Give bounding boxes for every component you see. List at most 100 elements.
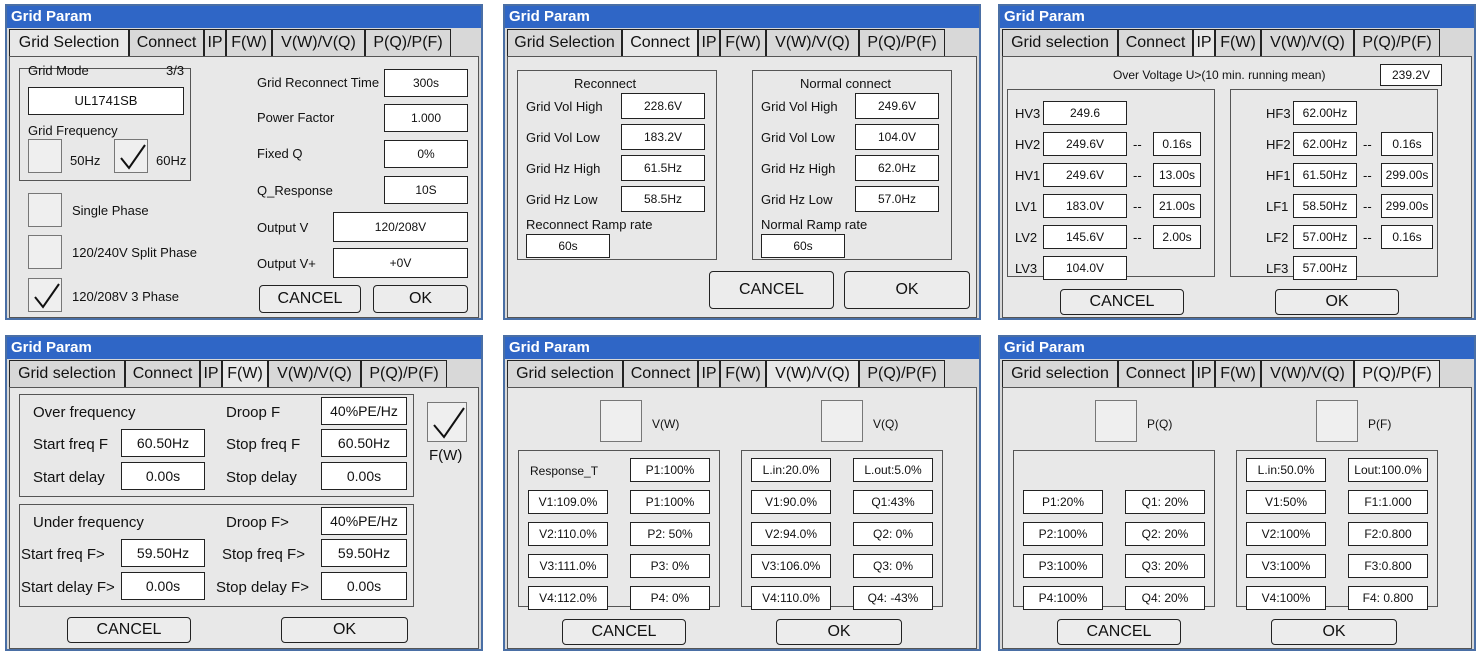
cancel-button[interactable]: CANCEL [259, 285, 361, 313]
tab-pq-pf[interactable]: P(Q)/P(F) [361, 360, 447, 388]
tab-ip[interactable]: IP [204, 29, 226, 57]
tab-connect[interactable]: Connect [1118, 29, 1193, 57]
tab-fw[interactable]: F(W) [720, 360, 766, 388]
cancel-button[interactable]: CANCEL [67, 617, 191, 643]
stop-freq-field[interactable]: 60.50Hz [321, 429, 407, 457]
pq-q-field-0[interactable]: Q1: 20% [1125, 490, 1205, 514]
v-time-field-1[interactable]: 0.16s [1153, 132, 1201, 156]
tab-fw[interactable]: F(W) [1215, 29, 1261, 57]
ok-button[interactable]: OK [373, 285, 468, 313]
checkbox-pq[interactable] [1095, 400, 1137, 442]
rec-hz-low-field[interactable]: 58.5Hz [621, 186, 705, 212]
droop-f-field[interactable]: 40%PE/Hz [321, 397, 407, 425]
droop-f-under-field[interactable]: 40%PE/Hz [321, 507, 407, 535]
output-v-plus-field[interactable]: +0V [333, 248, 468, 278]
vw-p-field-2[interactable]: P2: 50% [630, 522, 710, 546]
tab-pq-pf[interactable]: P(Q)/P(F) [1354, 360, 1440, 388]
output-v-field[interactable]: 120/208V [333, 212, 468, 242]
vq-right-field-3[interactable]: Q3: 0% [853, 554, 933, 578]
tab-vw-vq[interactable]: V(W)/V(Q) [272, 29, 365, 57]
tab-ip[interactable]: IP [1193, 360, 1215, 388]
v-value-field-2[interactable]: 249.6V [1043, 163, 1127, 187]
tab-vw-vq[interactable]: V(W)/V(Q) [1261, 360, 1354, 388]
f-value-field-5[interactable]: 57.00Hz [1293, 256, 1357, 280]
tab-grid-selection[interactable]: Grid selection [1002, 29, 1118, 57]
pf-right-field-1[interactable]: F1:1.000 [1348, 490, 1428, 514]
tab-grid-selection[interactable]: Grid selection [9, 360, 125, 388]
norm-hz-low-field[interactable]: 57.0Hz [855, 186, 939, 212]
v-time-field-2[interactable]: 13.00s [1153, 163, 1201, 187]
tab-grid-selection[interactable]: Grid Selection [9, 29, 129, 57]
cancel-button[interactable]: CANCEL [562, 619, 686, 645]
f-value-field-1[interactable]: 62.00Hz [1293, 132, 1357, 156]
vw-p-field-4[interactable]: P4: 0% [630, 586, 710, 610]
checkbox-fw[interactable] [427, 402, 467, 442]
pf-left-field-2[interactable]: V2:100% [1246, 522, 1326, 546]
f-value-field-2[interactable]: 61.50Hz [1293, 163, 1357, 187]
vw-v-field-3[interactable]: V3:111.0% [528, 554, 608, 578]
tab-connect[interactable]: Connect [129, 29, 204, 57]
tab-ip[interactable]: IP [1193, 29, 1215, 57]
tab-grid-selection[interactable]: Grid selection [1002, 360, 1118, 388]
start-freq-under-field[interactable]: 59.50Hz [121, 539, 205, 567]
checkbox-3-phase[interactable] [28, 278, 62, 312]
ok-button[interactable]: OK [1271, 619, 1397, 645]
q-response-field[interactable]: 10S [384, 176, 468, 204]
norm-ramp-field[interactable]: 60s [761, 234, 845, 258]
checkbox-50hz[interactable] [28, 139, 62, 173]
tab-connect[interactable]: Connect [125, 360, 200, 388]
tab-fw[interactable]: F(W) [1215, 360, 1261, 388]
vw-v-field-4[interactable]: V4:112.0% [528, 586, 608, 610]
pq-p-field-3[interactable]: P4:100% [1023, 586, 1103, 610]
pq-q-field-2[interactable]: Q3: 20% [1125, 554, 1205, 578]
f-value-field-0[interactable]: 62.00Hz [1293, 101, 1357, 125]
vq-right-field-2[interactable]: Q2: 0% [853, 522, 933, 546]
ok-button[interactable]: OK [844, 271, 970, 309]
rec-ramp-field[interactable]: 60s [526, 234, 610, 258]
rec-hz-high-field[interactable]: 61.5Hz [621, 155, 705, 181]
f-time-field-2[interactable]: 299.00s [1381, 163, 1433, 187]
vq-right-field-0[interactable]: L.out:5.0% [853, 458, 933, 482]
vq-left-field-4[interactable]: V4:110.0% [751, 586, 831, 610]
vw-v-field-2[interactable]: V2:110.0% [528, 522, 608, 546]
vw-p-field-3[interactable]: P3: 0% [630, 554, 710, 578]
pf-right-field-2[interactable]: F2:0.800 [1348, 522, 1428, 546]
pf-right-field-3[interactable]: F3:0.800 [1348, 554, 1428, 578]
tab-ip[interactable]: IP [200, 360, 222, 388]
v-value-field-5[interactable]: 104.0V [1043, 256, 1127, 280]
vq-right-field-1[interactable]: Q1:43% [853, 490, 933, 514]
norm-vol-low-field[interactable]: 104.0V [855, 124, 939, 150]
rec-vol-low-field[interactable]: 183.2V [621, 124, 705, 150]
tab-ip[interactable]: IP [698, 29, 720, 57]
checkbox-vq[interactable] [821, 400, 863, 442]
ok-button[interactable]: OK [1275, 289, 1399, 315]
stop-delay-field[interactable]: 0.00s [321, 462, 407, 490]
tab-connect[interactable]: Connect [622, 29, 698, 57]
tab-pq-pf[interactable]: P(Q)/P(F) [859, 360, 945, 388]
stop-delay-under-field[interactable]: 0.00s [321, 572, 407, 600]
grid-mode-field[interactable]: UL1741SB [28, 87, 184, 115]
tab-fw[interactable]: F(W) [222, 360, 268, 388]
vw-p-field-0[interactable]: P1:100% [630, 458, 710, 482]
tab-pq-pf[interactable]: P(Q)/P(F) [1354, 29, 1440, 57]
norm-vol-high-field[interactable]: 249.6V [855, 93, 939, 119]
start-freq-field[interactable]: 60.50Hz [121, 429, 205, 457]
pq-p-field-0[interactable]: P1:20% [1023, 490, 1103, 514]
f-value-field-3[interactable]: 58.50Hz [1293, 194, 1357, 218]
tab-fw[interactable]: F(W) [720, 29, 766, 57]
v-value-field-1[interactable]: 249.6V [1043, 132, 1127, 156]
tab-grid-selection[interactable]: Grid Selection [507, 29, 622, 57]
vq-left-field-1[interactable]: V1:90.0% [751, 490, 831, 514]
tab-vw-vq[interactable]: V(W)/V(Q) [766, 360, 859, 388]
norm-hz-high-field[interactable]: 62.0Hz [855, 155, 939, 181]
tab-vw-vq[interactable]: V(W)/V(Q) [1261, 29, 1354, 57]
fixed-q-field[interactable]: 0% [384, 140, 468, 168]
cancel-button[interactable]: CANCEL [1060, 289, 1184, 315]
tab-pq-pf[interactable]: P(Q)/P(F) [859, 29, 945, 57]
checkbox-single-phase[interactable] [28, 193, 62, 227]
tab-fw[interactable]: F(W) [226, 29, 272, 57]
over-voltage-field[interactable]: 239.2V [1380, 64, 1442, 86]
checkbox-pf[interactable] [1316, 400, 1358, 442]
rec-vol-high-field[interactable]: 228.6V [621, 93, 705, 119]
v-value-field-4[interactable]: 145.6V [1043, 225, 1127, 249]
